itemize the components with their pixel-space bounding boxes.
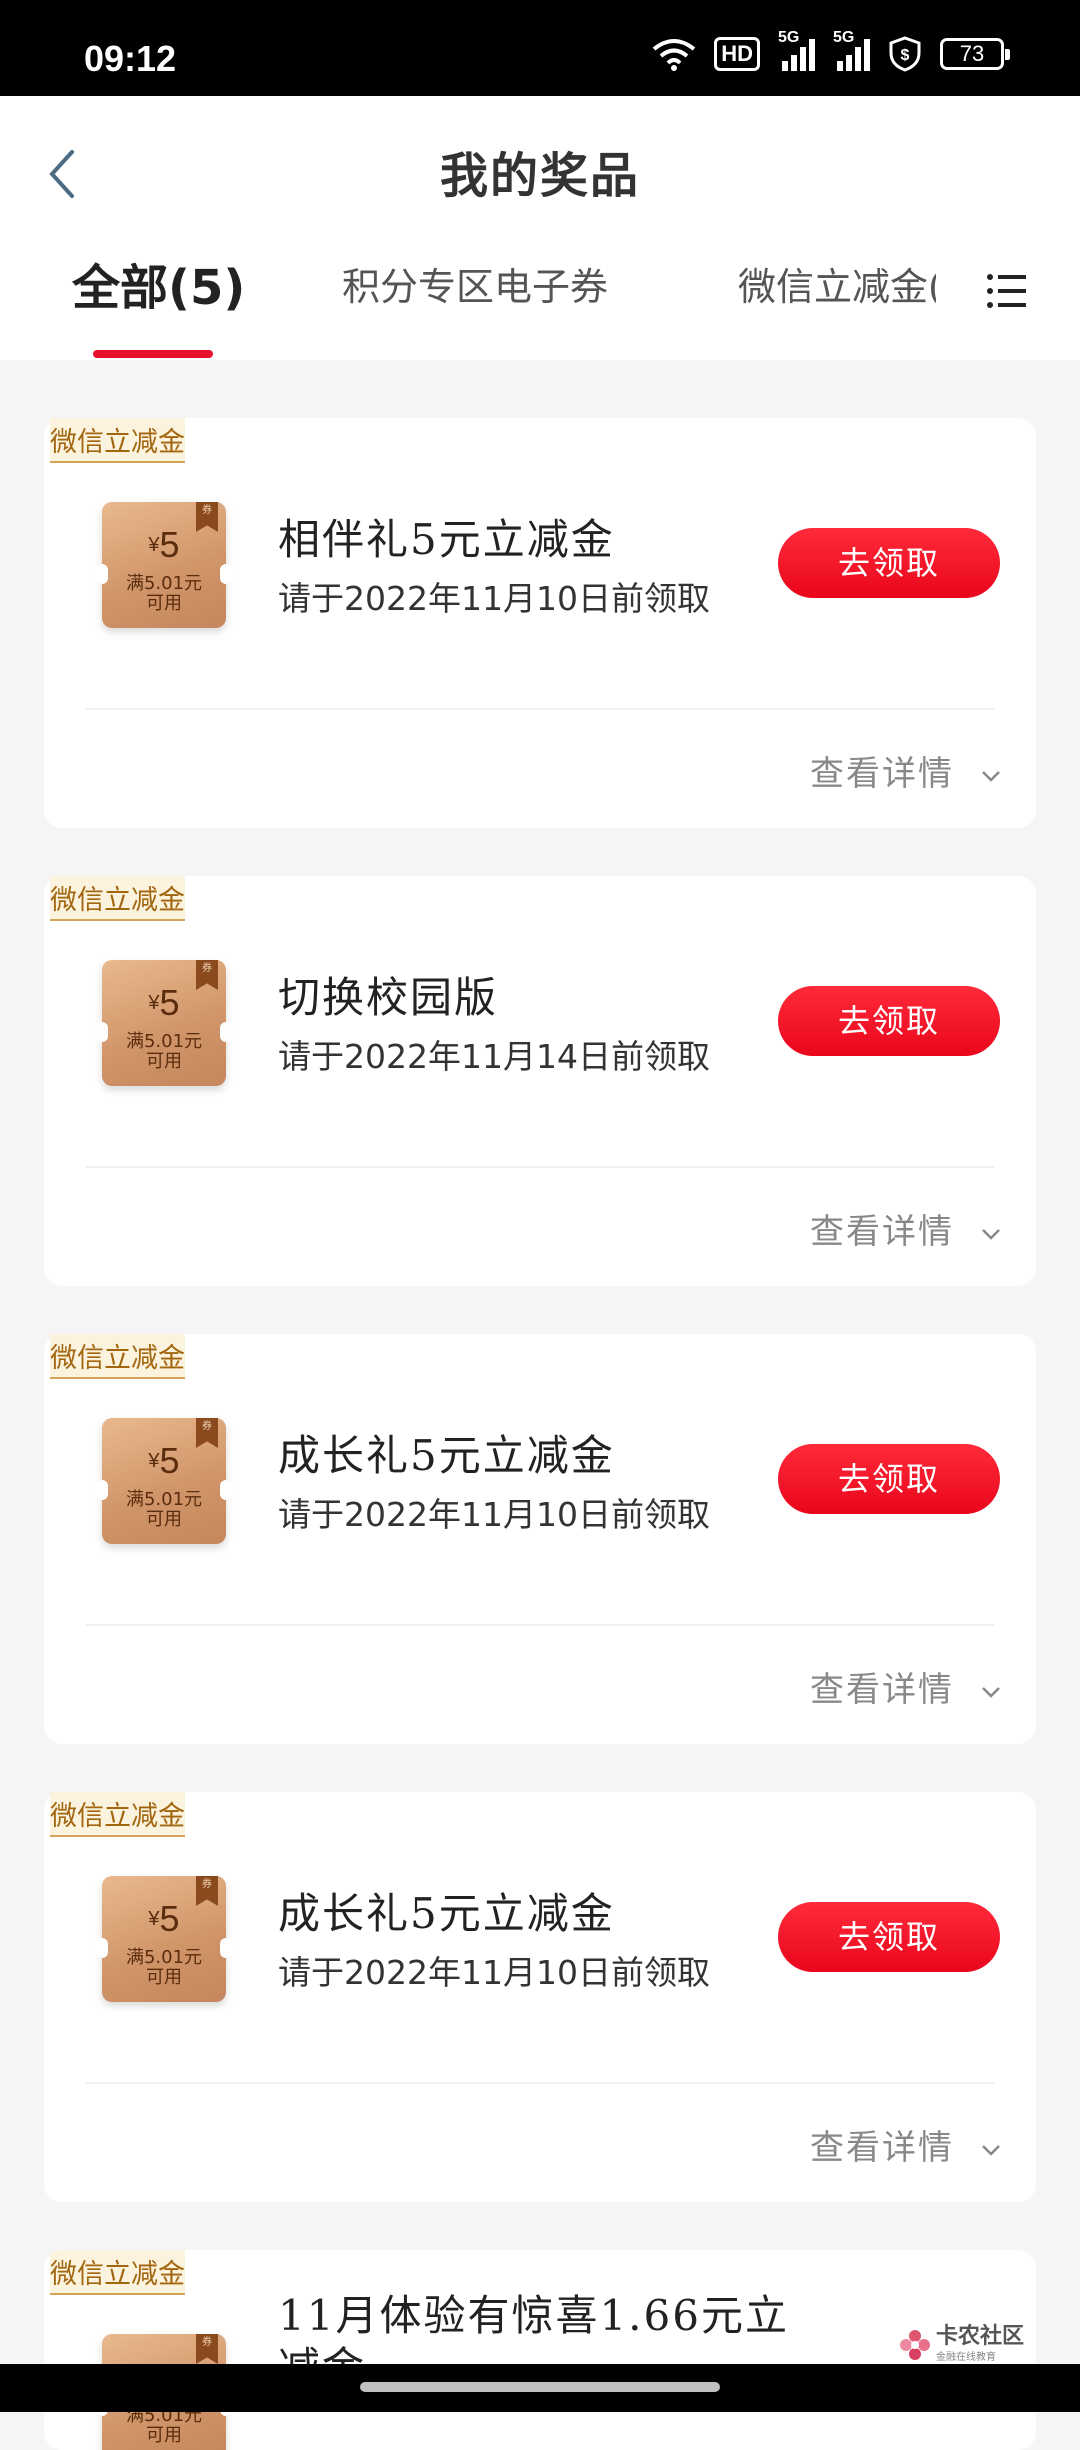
view-details-link[interactable]: 查看详情 bbox=[810, 1662, 1002, 1711]
prize-card: 微信立减金 券 ¥5 满5.01元 可用 成长礼5元立减金 请于2022年11月1… bbox=[44, 1792, 1036, 2202]
coupon-amount: ¥5 bbox=[148, 982, 180, 1023]
menu-icon[interactable] bbox=[986, 272, 1028, 310]
watermark-text: 卡农社区 bbox=[936, 2324, 1025, 2349]
view-details-link[interactable]: 查看详情 bbox=[810, 746, 1002, 795]
view-details-link[interactable]: 查看详情 bbox=[810, 1204, 1002, 1253]
prize-card: 微信立减金 券 ¥5 满5.01元 可用 相伴礼5元立减金 请于2022年11月1… bbox=[44, 418, 1036, 828]
gesture-bar bbox=[0, 2364, 1080, 2412]
prize-deadline: 请于2022年11月10日前领取 bbox=[278, 1495, 710, 1534]
prize-deadline: 请于2022年11月10日前领取 bbox=[278, 1953, 710, 1992]
prize-name: 成长礼5元立减金 bbox=[278, 1889, 615, 1938]
claim-button[interactable]: 去领取 bbox=[778, 528, 1000, 598]
chevron-down-icon bbox=[982, 1686, 1000, 1698]
nav-bar: 我的奖品 全部(5) 积分专区电子券 微信立减金( bbox=[0, 96, 1080, 360]
page-title: 我的奖品 bbox=[439, 148, 640, 204]
tab-all[interactable]: 全部(5) bbox=[72, 248, 245, 318]
card-tag: 微信立减金 bbox=[50, 1334, 185, 1379]
view-details-label: 查看详情 bbox=[810, 2128, 954, 2168]
tab-active-indicator bbox=[93, 350, 213, 358]
coupon-condition: 满5.01元 可用 bbox=[125, 1031, 203, 1072]
prize-name: 相伴礼5元立减金 bbox=[278, 515, 615, 564]
card-tag: 微信立减金 bbox=[50, 876, 185, 921]
svg-text:$: $ bbox=[901, 47, 910, 64]
status-time: 09:12 bbox=[84, 38, 177, 79]
coupon-condition: 满5.01元 可用 bbox=[125, 1947, 203, 1988]
tab-points-voucher[interactable]: 积分专区电子券 bbox=[342, 256, 608, 311]
prize-card: 微信立减金 券 ¥5 满5.01元可用 11月体验有惊喜1.66元立减金 bbox=[44, 2250, 1036, 2450]
watermark-sub: 金融在线教育 bbox=[936, 2352, 996, 2363]
coupon-condition: 满5.01元 可用 bbox=[125, 2405, 203, 2446]
home-indicator[interactable] bbox=[360, 2382, 720, 2392]
card-tag: 微信立减金 bbox=[50, 418, 185, 463]
signal-icon-2: 5G bbox=[833, 29, 870, 71]
coupon-amount: ¥5 bbox=[148, 1898, 180, 1939]
divider bbox=[86, 708, 994, 710]
hd-icon: HD bbox=[714, 37, 760, 71]
prize-name: 成长礼5元立减金 bbox=[278, 1431, 615, 1480]
prize-card: 微信立减金 券 ¥5 满5.01元 可用 成长礼5元立减金 请于2022年11月1… bbox=[44, 1334, 1036, 1744]
coupon-condition: 满5.01元 可用 bbox=[125, 573, 203, 614]
coupon-amount: ¥5 bbox=[148, 524, 180, 565]
battery-icon: 73 bbox=[940, 38, 1010, 70]
chevron-down-icon bbox=[982, 770, 1000, 782]
view-details-label: 查看详情 bbox=[810, 1212, 954, 1252]
divider bbox=[86, 1166, 994, 1168]
view-details-label: 查看详情 bbox=[810, 1670, 954, 1710]
divider bbox=[86, 2082, 994, 2084]
claim-button[interactable]: 去领取 bbox=[778, 1444, 1000, 1514]
shield-dollar-icon: $ bbox=[888, 36, 922, 72]
tab-wechat-discount[interactable]: 微信立减金( bbox=[738, 256, 936, 311]
claim-button[interactable]: 去领取 bbox=[778, 986, 1000, 1056]
coupon-icon: 券 ¥5 满5.01元可用 bbox=[96, 1876, 232, 2002]
wifi-icon bbox=[652, 37, 696, 71]
prize-deadline: 请于2022年11月10日前领取 bbox=[278, 579, 710, 618]
view-details-label: 查看详情 bbox=[810, 754, 954, 794]
card-tag: 微信立减金 bbox=[50, 1792, 185, 1837]
prize-card: 微信立减金 券 ¥5 满5.01元 可用 切换校园版 请于2022年11月14日前… bbox=[44, 876, 1036, 1286]
prize-deadline: 请于2022年11月14日前领取 bbox=[278, 1037, 710, 1076]
signal-icon-1: 5G bbox=[778, 29, 815, 71]
view-details-link[interactable]: 查看详情 bbox=[810, 2120, 1002, 2169]
claim-button[interactable]: 去领取 bbox=[778, 1902, 1000, 1972]
card-tag: 微信立减金 bbox=[50, 2250, 185, 2295]
prize-name: 切换校园版 bbox=[278, 973, 499, 1022]
coupon-icon: 券 ¥5 满5.01元可用 bbox=[96, 1418, 232, 1544]
chevron-down-icon bbox=[982, 1228, 1000, 1240]
coupon-icon: 券 ¥5 满5.01元可用 bbox=[96, 502, 232, 628]
flower-logo-icon bbox=[900, 2329, 930, 2360]
coupon-condition: 满5.01元 可用 bbox=[125, 1489, 203, 1530]
tab-wechat-discount-wrapper: 微信立减金( bbox=[738, 246, 936, 326]
coupon-amount: ¥5 bbox=[148, 1440, 180, 1481]
watermark-logo: 卡农社区 金融在线教育 bbox=[898, 2326, 1024, 2363]
status-icons: HD 5G 5G $ 73 bbox=[652, 29, 1010, 72]
tab-bar: 全部(5) 积分专区电子券 微信立减金( bbox=[0, 246, 1080, 360]
status-bar: 09:12 HD 5G 5G $ 73 bbox=[0, 0, 1080, 96]
chevron-down-icon bbox=[982, 2144, 1000, 2156]
divider bbox=[86, 1624, 994, 1626]
coupon-icon: 券 ¥5 满5.01元可用 bbox=[96, 960, 232, 1086]
